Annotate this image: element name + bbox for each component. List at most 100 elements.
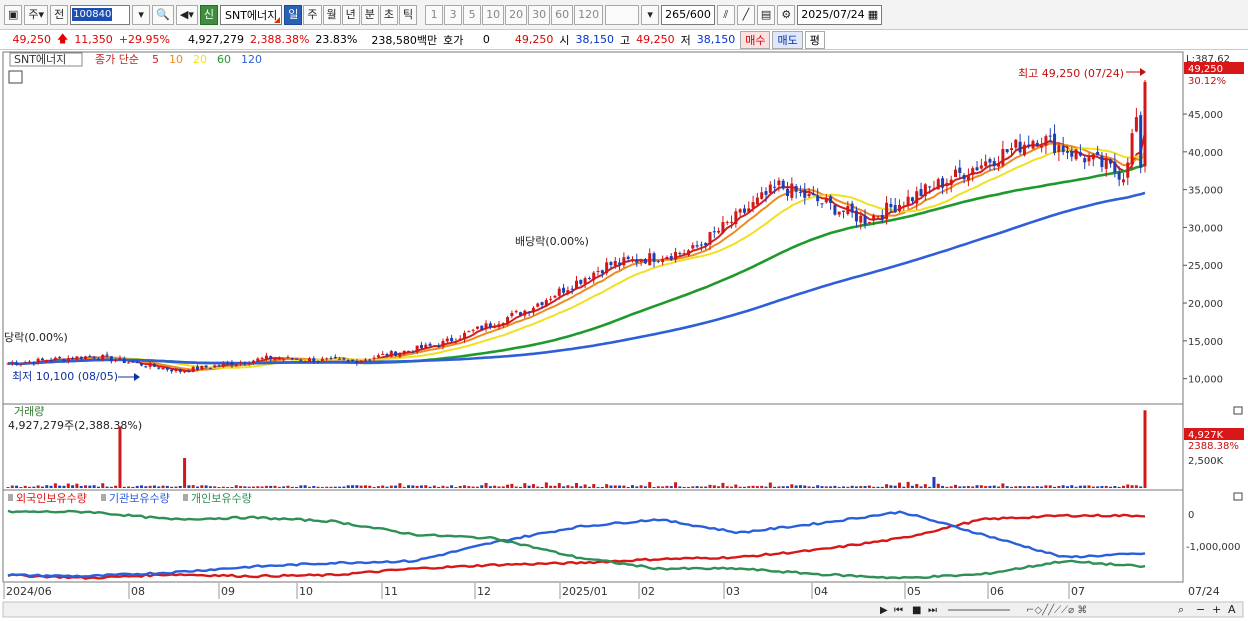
candle-body [88, 356, 92, 358]
x-label-6: 2025/01 [562, 585, 608, 598]
minute-custom-select[interactable] [605, 4, 640, 25]
line-tool-icon[interactable]: ╱ [736, 4, 755, 25]
candle-body [239, 362, 243, 364]
volume-bar [170, 486, 174, 488]
candle-body [454, 341, 458, 343]
candle-body [273, 358, 277, 360]
volume-bar [1139, 486, 1143, 488]
window-menu-icon[interactable]: ▣ [4, 4, 23, 25]
x-label-8: 03 [726, 585, 740, 598]
candle-body [811, 193, 815, 196]
volume-bar [923, 484, 927, 488]
candle-body [798, 191, 802, 193]
candle-body [596, 270, 600, 272]
volume-bar [419, 485, 423, 488]
volume-bar [368, 485, 372, 488]
volume-bar [962, 486, 966, 488]
stock-name-box[interactable]: SNT에너지 [220, 4, 283, 25]
speaker-icon[interactable]: ◀▾ [175, 4, 198, 25]
eval-button[interactable]: 평 [804, 30, 825, 49]
volume-bar [381, 485, 385, 488]
volume-bar [66, 483, 70, 488]
candle-body [958, 167, 962, 173]
volume-panel[interactable] [2, 403, 1184, 491]
minute-tab-5[interactable]: 5 [463, 4, 482, 25]
volume-bar [484, 482, 488, 488]
volume-bar [15, 485, 19, 488]
minute-tab-120[interactable]: 120 [574, 4, 604, 25]
period-tab-5[interactable]: 초 [379, 4, 399, 25]
volume-bar [282, 486, 286, 488]
period-tab-2[interactable]: 월 [322, 4, 341, 25]
volume-bar [1091, 486, 1095, 488]
minute-tab-10[interactable]: 10 [482, 4, 505, 25]
volume-bar [475, 486, 479, 488]
count-box[interactable]: 265/600 [661, 4, 715, 25]
minute-tab-1[interactable]: 1 [425, 4, 444, 25]
volume-bar [837, 486, 841, 488]
volume-bar [329, 486, 333, 488]
sell-button[interactable]: 매도 [772, 30, 803, 49]
save-icon[interactable]: ▤ [756, 4, 776, 25]
candle-body [549, 298, 553, 300]
prev-button[interactable]: 전 [50, 4, 69, 25]
minute-tab-30[interactable]: 30 [528, 4, 551, 25]
volume-bar [1104, 485, 1108, 488]
volume-bar [997, 486, 1001, 488]
draw-tools-icon[interactable]: ⌐◇╱╱⟋⟋⌀ ⌘ [1026, 603, 1087, 616]
volume-bar [691, 486, 695, 488]
candle-body [587, 277, 591, 280]
settings-icon[interactable]: ⚙ [777, 4, 796, 25]
stop-icon[interactable]: ■ [912, 605, 921, 616]
date-box[interactable]: 2025/07/24 ▦ [797, 4, 883, 25]
code-dropdown-icon[interactable]: ▾ [132, 4, 151, 25]
volume-bar [88, 485, 92, 488]
market-select[interactable]: 주 ▾ [24, 4, 49, 25]
price-panel[interactable] [2, 51, 1184, 405]
magnifier-icon[interactable]: ⌕ [1178, 603, 1184, 616]
volume-panel-close-icon[interactable] [1233, 406, 1243, 415]
minute-tab-20[interactable]: 20 [505, 4, 528, 25]
candle-body [463, 332, 467, 340]
candle-body [1053, 133, 1057, 154]
x-label-2: 09 [221, 585, 235, 598]
period-tab-0[interactable]: 일 [284, 4, 303, 25]
grid-toggle-icon[interactable] [8, 70, 23, 84]
chart-area[interactable]: SNT에너지 종가 단순 5 10 20 60 120 L:387.62 45,0004… [0, 50, 1248, 621]
stock-name: SNT에너지 [225, 8, 278, 22]
buy-button[interactable]: 매수 [740, 30, 771, 49]
period-tab-1[interactable]: 주 [303, 4, 322, 25]
period-tab-4[interactable]: 분 [360, 4, 379, 25]
minute-tab-60[interactable]: 60 [551, 4, 574, 25]
holdings-panel[interactable] [2, 489, 1184, 583]
candle-body [92, 357, 96, 359]
search-icon[interactable]: 🔍 [152, 4, 174, 25]
first-page-icon[interactable]: ⏮ [894, 605, 903, 616]
candle-body [66, 358, 70, 362]
holdings-panel-close-icon[interactable] [1233, 492, 1243, 501]
minute-dropdown-icon[interactable]: ▾ [641, 4, 660, 25]
calendar-icon[interactable]: ▦ [868, 8, 878, 21]
candle-body [945, 182, 949, 187]
zoom-in-icon[interactable]: + [1212, 603, 1221, 616]
zoom-out-icon[interactable]: − [1196, 603, 1205, 616]
volume-bar [1022, 486, 1026, 488]
candle-body [592, 272, 596, 281]
volume-bar [407, 485, 411, 488]
volume-bar [953, 484, 958, 488]
volume-bar [445, 486, 449, 488]
period-tab-6[interactable]: 틱 [399, 4, 418, 25]
scroll-next-icon[interactable]: ▶ [880, 605, 888, 616]
volume-bar [277, 486, 281, 488]
font-size-icon[interactable]: A [1228, 603, 1236, 616]
ma-legend-10: 10 [169, 53, 183, 66]
last-page-icon[interactable]: ⏭ [928, 605, 937, 616]
volume-bar [62, 485, 66, 488]
candle-type-icon[interactable]: ⫽ [716, 4, 735, 25]
candle-body [854, 210, 858, 222]
minute-tab-3[interactable]: 3 [444, 4, 463, 25]
sin-badge[interactable]: 신 [199, 4, 218, 25]
x-label-4: 11 [384, 585, 398, 598]
candle-body [329, 357, 333, 359]
period-tab-3[interactable]: 년 [341, 4, 360, 25]
